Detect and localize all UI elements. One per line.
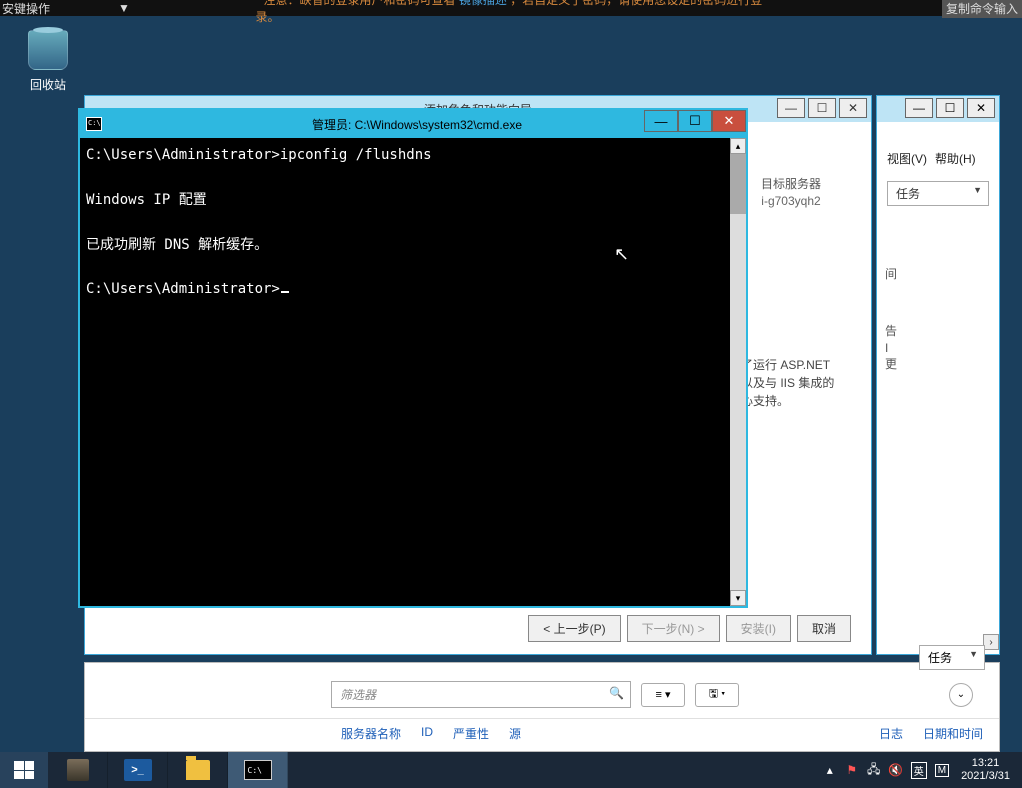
start-button[interactable] xyxy=(0,752,48,788)
tray-up-icon[interactable]: ▴ xyxy=(823,763,837,777)
folder-icon xyxy=(186,760,210,780)
install-button[interactable]: 安装(I) xyxy=(726,615,791,642)
cmd-icon xyxy=(86,117,102,131)
dropdown-arrow-icon[interactable]: ▼ xyxy=(118,1,130,15)
minimize-button[interactable]: — xyxy=(777,98,805,118)
close-button[interactable]: ✕ xyxy=(839,98,867,118)
filter-input[interactable]: 筛选器 xyxy=(331,681,631,708)
expand-button[interactable]: ⌄ xyxy=(949,683,973,707)
scroll-down-icon[interactable]: ▾ xyxy=(730,590,746,606)
col-source[interactable]: 源 xyxy=(509,725,521,742)
volume-icon[interactable]: 🔇 xyxy=(889,763,903,777)
filter-dropdown-2[interactable]: 🖫 ▾ xyxy=(695,683,739,707)
scroll-thumb[interactable] xyxy=(730,154,746,214)
top-menu[interactable]: 安键操作 xyxy=(0,0,68,17)
maximize-button[interactable]: ☐ xyxy=(808,98,836,118)
cursor-icon xyxy=(281,291,289,293)
scroll-up-icon[interactable]: ▴ xyxy=(730,138,746,154)
task-powershell[interactable]: >_ xyxy=(108,752,168,788)
tasks-dropdown[interactable]: 任务 xyxy=(887,181,989,206)
asp-description: 了运行 ASP.NET 以及与 IIS 集成的 心支持。 xyxy=(741,356,851,410)
copy-command-button[interactable]: 复制命令输入 xyxy=(942,0,1022,18)
scrollbar[interactable]: ▴ ▾ xyxy=(730,138,746,606)
clock[interactable]: 13:21 2021/3/31 xyxy=(957,757,1014,783)
server-manager-icon xyxy=(67,759,89,781)
col-datetime[interactable]: 日期和时间 xyxy=(923,725,983,742)
close-button[interactable]: ✕ xyxy=(967,98,995,118)
task-cmd[interactable]: C:\ xyxy=(228,752,288,788)
prev-button[interactable]: < 上一步(P) xyxy=(528,615,620,642)
minimize-button[interactable]: — xyxy=(644,110,678,132)
cmd-window: 管理员: C:\Windows\system32\cmd.exe — ☐ ✕ C… xyxy=(78,108,748,608)
next-button[interactable]: 下一步(N) > xyxy=(627,615,720,642)
recycle-bin-image xyxy=(28,30,68,70)
maximize-button[interactable]: ☐ xyxy=(678,110,712,132)
recycle-bin-icon[interactable]: 回收站 xyxy=(18,30,78,93)
cancel-button[interactable]: 取消 xyxy=(797,615,851,642)
maximize-button[interactable]: ☐ xyxy=(936,98,964,118)
recycle-bin-label: 回收站 xyxy=(18,76,78,93)
col-server[interactable]: 服务器名称 xyxy=(341,725,401,742)
system-tray: ▴ ⚑ 🖧 🔇 英 M 13:21 2021/3/31 xyxy=(815,752,1022,788)
filter-dropdown-1[interactable]: ≡ ▾ xyxy=(641,683,685,707)
cmd-output[interactable]: C:\Users\Administrator>ipconfig /flushdn… xyxy=(80,138,730,606)
col-severity[interactable]: 严重性 xyxy=(453,725,489,742)
background-window-right: — ☐ ✕ 视图(V) 帮助(H) 任务 间 告 I 更 › xyxy=(876,95,1000,655)
flag-icon[interactable]: ⚑ xyxy=(845,763,859,777)
column-headers: 服务器名称 ID 严重性 源 日志 日期和时间 xyxy=(85,718,999,748)
partial-text: 间 告 I 更 xyxy=(885,266,991,373)
ime-lang[interactable]: 英 xyxy=(911,762,927,779)
target-server-name: i-g703yqh2 xyxy=(731,193,851,210)
top-notice: * 注意：缺省的登录用户和密码可查看 镜像描述 ，若自定义了密码，请使用您设定的… xyxy=(256,0,767,25)
top-bar: 安键操作 ▼ * 注意：缺省的登录用户和密码可查看 镜像描述 ，若自定义了密码，… xyxy=(0,0,1022,16)
col-id[interactable]: ID xyxy=(421,725,433,742)
close-button[interactable]: ✕ xyxy=(712,110,746,132)
minimize-button[interactable]: — xyxy=(905,98,933,118)
tasks-dropdown-bottom[interactable]: 任务 xyxy=(919,645,985,670)
cmd-task-icon: C:\ xyxy=(244,760,272,780)
windows-icon xyxy=(14,761,34,779)
col-log[interactable]: 日志 xyxy=(879,725,903,742)
target-server-label: 目标服务器 xyxy=(731,176,851,193)
ime-mode[interactable]: M xyxy=(935,764,949,777)
task-server-manager[interactable] xyxy=(48,752,108,788)
menu-help[interactable]: 帮助(H) xyxy=(935,150,976,167)
image-desc-link[interactable]: 镜像描述 xyxy=(459,0,507,7)
menu-view[interactable]: 视图(V) xyxy=(887,150,927,167)
events-panel: 任务 筛选器 ≡ ▾ 🖫 ▾ ⌄ 服务器名称 ID 严重性 源 日志 日期和时间 xyxy=(84,662,1000,752)
task-explorer[interactable] xyxy=(168,752,228,788)
network-icon[interactable]: 🖧 xyxy=(867,763,881,777)
powershell-icon: >_ xyxy=(124,759,152,781)
taskbar: >_ C:\ ▴ ⚑ 🖧 🔇 英 M 13:21 2021/3/31 xyxy=(0,752,1022,788)
